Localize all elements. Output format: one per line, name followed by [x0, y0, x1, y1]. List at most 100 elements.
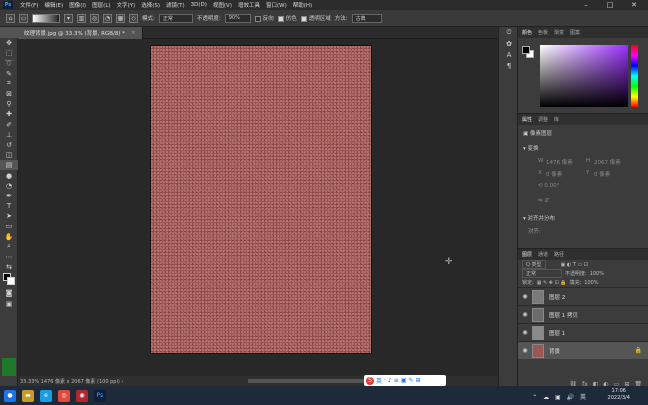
tab-swatches[interactable]: 色板	[538, 29, 548, 36]
character-panel-icon[interactable]: A	[499, 49, 519, 60]
reflected-gradient-icon[interactable]: ▦	[116, 13, 125, 23]
menu-file[interactable]: 文件(F)	[17, 1, 41, 9]
tab-paths[interactable]: 路径	[554, 251, 564, 258]
menu-3d[interactable]: 3D(D)	[188, 2, 210, 8]
clone-stamp-tool-icon[interactable]: ⊥	[0, 130, 18, 140]
radial-gradient-icon[interactable]: ◎	[90, 13, 99, 23]
transparency-option[interactable]: 透明区域	[300, 14, 331, 22]
hand-tool-icon[interactable]: ✋	[0, 232, 18, 242]
y-field[interactable]: 0 像素	[594, 170, 610, 178]
blur-tool-icon[interactable]: ●	[0, 170, 18, 180]
photoshop-taskbar-icon[interactable]: Ps	[94, 389, 106, 402]
fill-input[interactable]: 100%	[584, 280, 598, 286]
quick-mask-icon[interactable]: ◙	[0, 288, 18, 298]
ime-toolbar[interactable]: S 英 · ♪ ≡ ▣ ✎ ⊞	[364, 375, 446, 386]
path-select-tool-icon[interactable]: ➤	[0, 211, 18, 221]
document-tab[interactable]: 纹理背景.jpg @ 33.3% (背景, RGB/8) * ×	[18, 27, 143, 39]
healing-brush-tool-icon[interactable]: ✚	[0, 109, 18, 119]
gradient-tool-icon[interactable]: ▤	[0, 160, 18, 171]
chevron-down-icon[interactable]: ▾	[64, 13, 73, 23]
quick-select-tool-icon[interactable]: ✎	[0, 69, 18, 79]
layer-row[interactable]: ◉ 图层 2	[518, 287, 648, 305]
hue-slider[interactable]	[631, 45, 638, 107]
chrome-icon[interactable]: ◎	[58, 389, 70, 402]
start-button-icon[interactable]: ●	[4, 389, 16, 402]
tab-channels[interactable]: 通道	[538, 251, 548, 258]
screen-mode-icon[interactable]: ▣	[0, 299, 18, 309]
tab-gradients[interactable]: 渐变	[554, 29, 564, 36]
tab-color[interactable]: 颜色	[522, 29, 532, 36]
visibility-eye-icon[interactable]: ◉	[518, 329, 532, 336]
close-tab-icon[interactable]: ×	[131, 30, 136, 36]
visibility-eye-icon[interactable]: ◉	[518, 347, 532, 354]
menu-window[interactable]: 窗口(W)	[263, 1, 290, 9]
marquee-tool-icon[interactable]: ⬚	[0, 48, 18, 58]
eyedropper-tool-icon[interactable]: ⚲	[0, 99, 18, 109]
tab-properties[interactable]: 属性	[522, 116, 532, 123]
layer-filter-select[interactable]: Q 类型	[522, 260, 546, 269]
maximize-button[interactable]: □	[604, 0, 616, 10]
dither-checkbox[interactable]	[277, 15, 284, 22]
tab-libraries[interactable]: 库	[554, 116, 559, 123]
mode-select[interactable]: 正常	[158, 13, 193, 23]
gradient-swatch[interactable]	[32, 13, 60, 23]
linear-gradient-icon[interactable]: ▥	[77, 13, 86, 23]
menu-select[interactable]: 选择(S)	[138, 1, 163, 9]
foreground-background-icon[interactable]	[0, 272, 18, 288]
tab-layers[interactable]: 图层	[522, 251, 532, 258]
document-canvas[interactable]	[150, 45, 372, 354]
ime-menu-icon[interactable]: ≡	[394, 377, 399, 384]
rotation-field[interactable]: ⟲ 0.00°	[538, 183, 559, 189]
ime-punct-icon[interactable]: ·	[384, 377, 386, 384]
paragraph-panel-icon[interactable]: ¶	[499, 60, 519, 71]
shape-tool-icon[interactable]: ▭	[0, 221, 18, 231]
brush-tool-icon[interactable]: ✐	[0, 120, 18, 130]
menu-edit[interactable]: 编辑(E)	[41, 1, 66, 9]
reverse-checkbox[interactable]	[254, 15, 261, 22]
menu-type[interactable]: 文字(Y)	[114, 1, 139, 9]
more-tools-icon[interactable]: ⋯	[0, 252, 18, 262]
crop-tool-icon[interactable]: ⌗	[0, 79, 18, 89]
transparency-checkbox[interactable]	[300, 15, 307, 22]
align-section-title[interactable]: ▾ 对齐并分布	[523, 214, 555, 222]
lock-icon[interactable]: 🔒	[635, 347, 642, 354]
layer-row[interactable]: ◉ 图层 1 拷贝	[518, 305, 648, 323]
tab-patterns[interactable]: 图案	[570, 29, 580, 36]
ime-voice-icon[interactable]: ♪	[388, 377, 392, 384]
ime-lang-toggle[interactable]: 英	[376, 376, 382, 385]
lock-icons[interactable]: ▦ ✎ ✥ ⊡ 🔒	[537, 280, 567, 286]
visibility-eye-icon[interactable]: ◉	[518, 293, 532, 300]
layer-filter-icons[interactable]: ▣ ◐ T ▭ ⊡	[561, 262, 588, 268]
minimize-button[interactable]: –	[580, 0, 592, 10]
close-button[interactable]: ✕	[628, 0, 640, 10]
ime-tools-icon[interactable]: ⊞	[416, 377, 421, 384]
system-tray-icons[interactable]: ⌃ ☁ ▣ 🔊 英	[532, 392, 588, 401]
menu-filter[interactable]: 滤镜(T)	[163, 1, 188, 9]
zoom-tool-icon[interactable]: ⌕	[0, 242, 18, 252]
ime-skin-icon[interactable]: ✎	[408, 377, 413, 384]
reverse-option[interactable]: 反向	[254, 14, 274, 22]
opacity-input[interactable]: 90%	[224, 13, 251, 23]
app-red-icon[interactable]: ◉	[76, 389, 88, 402]
layer-row[interactable]: ◉ 背景 🔒	[518, 341, 648, 359]
lasso-tool-icon[interactable]: ➰	[0, 58, 18, 68]
pen-tool-icon[interactable]: ✒	[0, 191, 18, 201]
foreground-color-chip[interactable]	[522, 46, 530, 54]
browser-edge-icon[interactable]: e	[40, 389, 52, 402]
layer-row[interactable]: ◉ 图层 1	[518, 323, 648, 341]
blend-mode-select[interactable]: 正常	[522, 269, 562, 278]
history-panel-icon[interactable]: ⏲	[499, 27, 519, 38]
w-field[interactable]: 1476 像素	[546, 158, 573, 166]
swap-colors-icon[interactable]: ⇆	[0, 262, 18, 272]
file-explorer-icon[interactable]: ▬	[22, 389, 34, 402]
diamond-gradient-icon[interactable]: ◇	[129, 13, 138, 23]
tab-adjustments[interactable]: 调整	[538, 116, 548, 123]
x-field[interactable]: 0 像素	[546, 170, 562, 178]
menu-image[interactable]: 图像(I)	[66, 1, 89, 9]
dither-option[interactable]: 仿色	[277, 14, 297, 22]
clock[interactable]: 17:06 2022/3/4	[608, 388, 630, 402]
brush-settings-icon[interactable]: ✿	[499, 38, 519, 49]
history-brush-tool-icon[interactable]: ↺	[0, 140, 18, 150]
move-tool-icon[interactable]: ✥	[0, 38, 18, 48]
flip-icons[interactable]: ⇋ ⇵	[538, 198, 549, 204]
